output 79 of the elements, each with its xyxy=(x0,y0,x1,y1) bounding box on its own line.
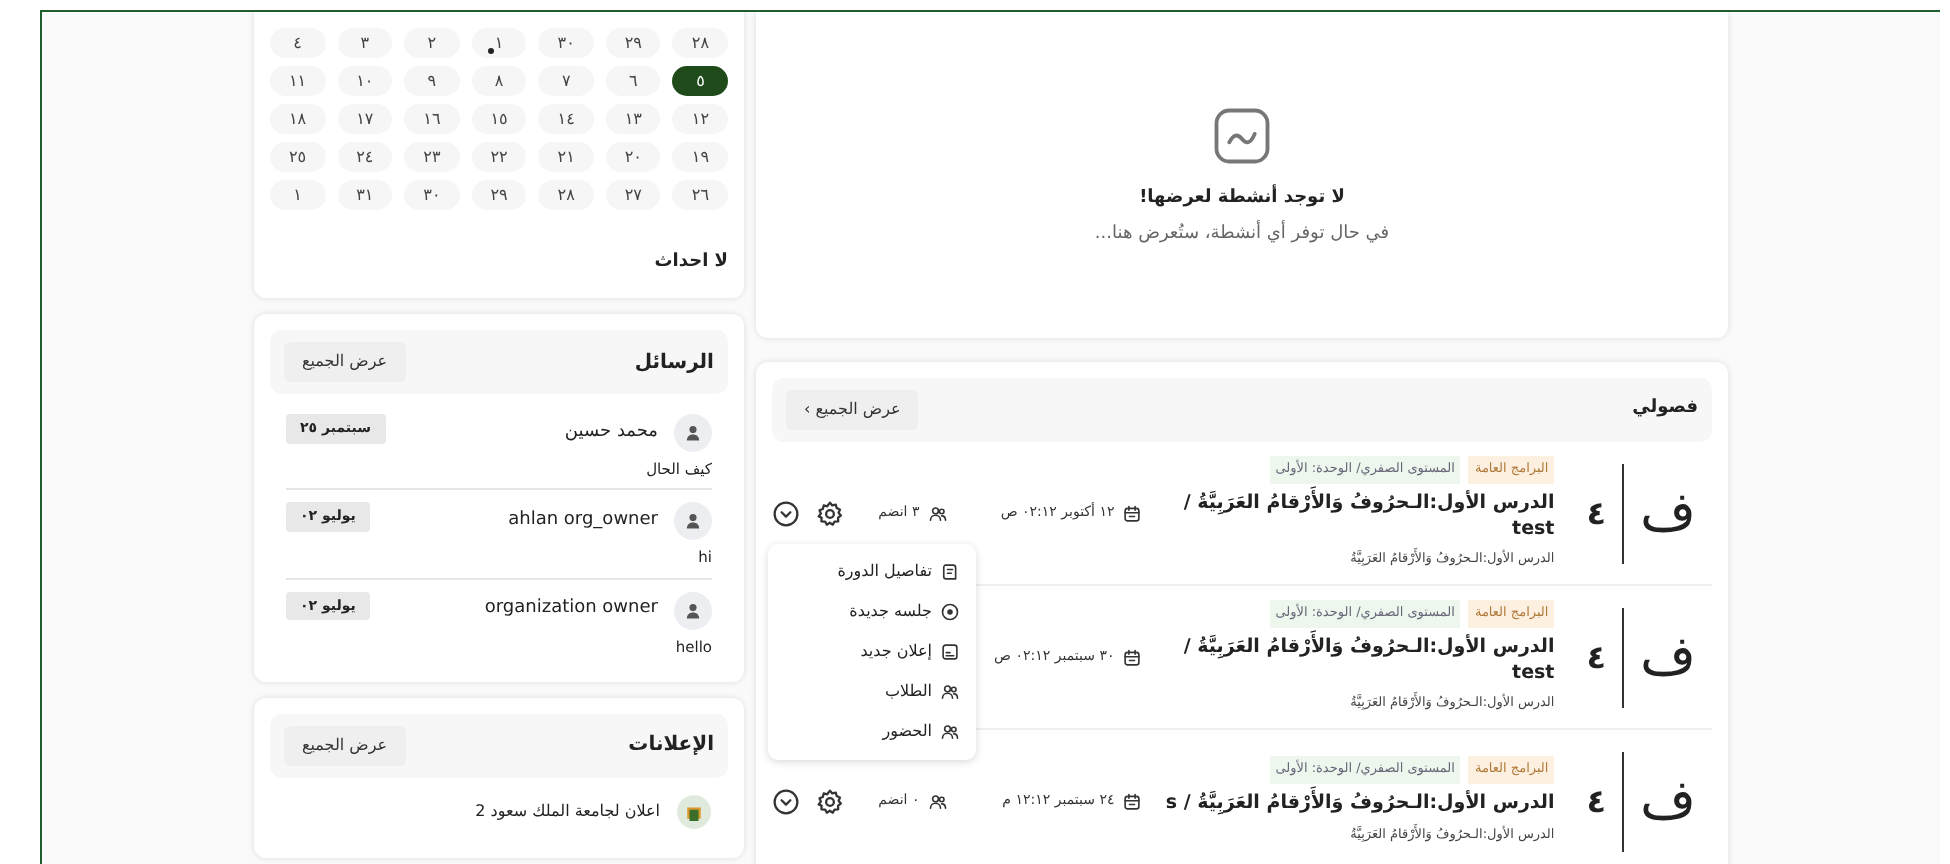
sender-name: organization owner xyxy=(484,596,658,623)
settings-icon[interactable] xyxy=(816,787,844,815)
calendar-day[interactable]: ٨ xyxy=(471,66,527,96)
calendar-day[interactable]: ١٠ xyxy=(337,66,393,96)
calendar-day[interactable]: ٣ xyxy=(337,28,393,58)
calendar-day[interactable]: ١٣ xyxy=(605,104,661,134)
empty-title: لا توجد أنشطة لعرضها! xyxy=(1139,186,1345,212)
calendar-day[interactable]: ٢٨ xyxy=(538,180,594,210)
calendar-day[interactable]: ٣١ xyxy=(337,180,393,210)
calendar-day[interactable]: ١٥ xyxy=(471,104,527,134)
calendar-day[interactable]: ١٧ xyxy=(337,104,393,134)
users-icon xyxy=(927,503,948,523)
calendar-day[interactable]: ٩ xyxy=(404,66,460,96)
course-number: ٤ xyxy=(1586,779,1606,823)
calendar-day[interactable]: ٢٢ xyxy=(471,142,527,172)
calendar-day[interactable]: ٢٩ xyxy=(605,28,661,58)
course-number: ٤ xyxy=(1586,491,1606,535)
chevron-down-icon[interactable] xyxy=(772,499,800,527)
menu-item[interactable]: جلسه جديدة xyxy=(768,591,976,631)
calendar-day[interactable]: ٢٤ xyxy=(337,142,393,172)
view-all-button[interactable]: عرض الجميع › xyxy=(786,390,919,430)
document-icon xyxy=(940,641,960,661)
empty-subtitle: في حال توفر أي أنشطة، ستُعرض هنا... xyxy=(1094,221,1390,247)
calendar-day[interactable]: ١٢ xyxy=(672,104,728,134)
calendar-day[interactable]: ٣٠ xyxy=(538,28,594,58)
course-initial: ف xyxy=(1640,630,1696,684)
no-events-text: لا احداث xyxy=(652,250,728,276)
calendar-day[interactable]: ٢٨ xyxy=(672,28,728,58)
menu-item[interactable]: الطلاب xyxy=(768,671,976,711)
users-icon xyxy=(927,791,948,811)
calendar-day[interactable]: ٢٦ xyxy=(672,180,728,210)
logo-icon xyxy=(676,793,712,830)
calendar-day[interactable]: ٢٥ xyxy=(270,142,326,172)
calendar-icon xyxy=(1122,647,1143,667)
calendar-day[interactable]: ٢٣ xyxy=(404,142,460,172)
course-initial: ف xyxy=(1640,486,1696,540)
calendar-day[interactable]: ٧ xyxy=(538,66,594,96)
calendar-icon xyxy=(1122,503,1143,523)
settings-icon[interactable] xyxy=(816,499,844,527)
calendar-day[interactable]: ١٩ xyxy=(672,142,728,172)
person-icon xyxy=(682,599,704,621)
calendar-day[interactable]: ٥ xyxy=(672,66,728,96)
calendar-day[interactable]: ١٦ xyxy=(404,104,460,134)
sender-name: محمد حسين xyxy=(564,419,658,446)
person-icon xyxy=(682,510,704,533)
announcement-text[interactable]: اعلان لجامعة الملك سعود 2 xyxy=(475,799,660,824)
menu-item[interactable]: الحضور xyxy=(768,711,976,751)
calendar-day[interactable]: ٣٠ xyxy=(404,180,460,210)
calendar-day[interactable]: ١ xyxy=(471,28,527,58)
person-icon xyxy=(682,422,704,444)
calendar-icon xyxy=(1122,791,1143,811)
calendar-day[interactable]: ٦ xyxy=(605,66,661,96)
calendar-day[interactable]: ١١ xyxy=(270,66,326,96)
menu-item[interactable]: تفاصيل الدورة xyxy=(768,551,976,591)
view-all-button[interactable]: عرض الجميع xyxy=(284,342,406,382)
chevron-down-icon[interactable] xyxy=(772,787,800,815)
users-icon xyxy=(940,681,960,701)
section-title: الرسائل xyxy=(634,349,714,377)
view-all-button[interactable]: عرض الجميع xyxy=(284,725,406,766)
calendar-day[interactable]: ٢٧ xyxy=(605,180,661,210)
calendar-day[interactable]: ٤ xyxy=(270,28,326,58)
course-title[interactable]: الدرس الأول:الـحرُوفُ وَالأَرْقامُ العَرَبِيَّةُ / test xyxy=(1162,635,1555,687)
course-initial: ف xyxy=(1640,774,1696,828)
calendar-day[interactable]: ٢١ xyxy=(538,142,594,172)
calendar-day[interactable]: ٢٩ xyxy=(471,180,527,210)
target-icon xyxy=(940,601,960,621)
calendar-day[interactable]: ١٨ xyxy=(270,104,326,134)
section-title: الإعلانات xyxy=(628,732,714,761)
users-icon xyxy=(940,721,960,741)
calendar-day[interactable]: ٢٠ xyxy=(605,142,661,172)
section-title: فصولي xyxy=(1632,396,1698,423)
course-number: ٤ xyxy=(1586,635,1606,679)
menu-item[interactable]: إعلان جديد xyxy=(768,631,976,671)
calendar-day[interactable]: ٢ xyxy=(404,28,460,58)
course-title[interactable]: الدرس الأول:الـحرُوفُ وَالأَرْقامُ العَرَبِيَّةُ / test xyxy=(1162,491,1555,543)
calendar-day[interactable]: ١٤ xyxy=(538,104,594,134)
sender-name: ahlan org_owner xyxy=(508,508,658,534)
book-icon xyxy=(940,561,960,581)
calendar-day[interactable]: ١ xyxy=(270,180,326,210)
